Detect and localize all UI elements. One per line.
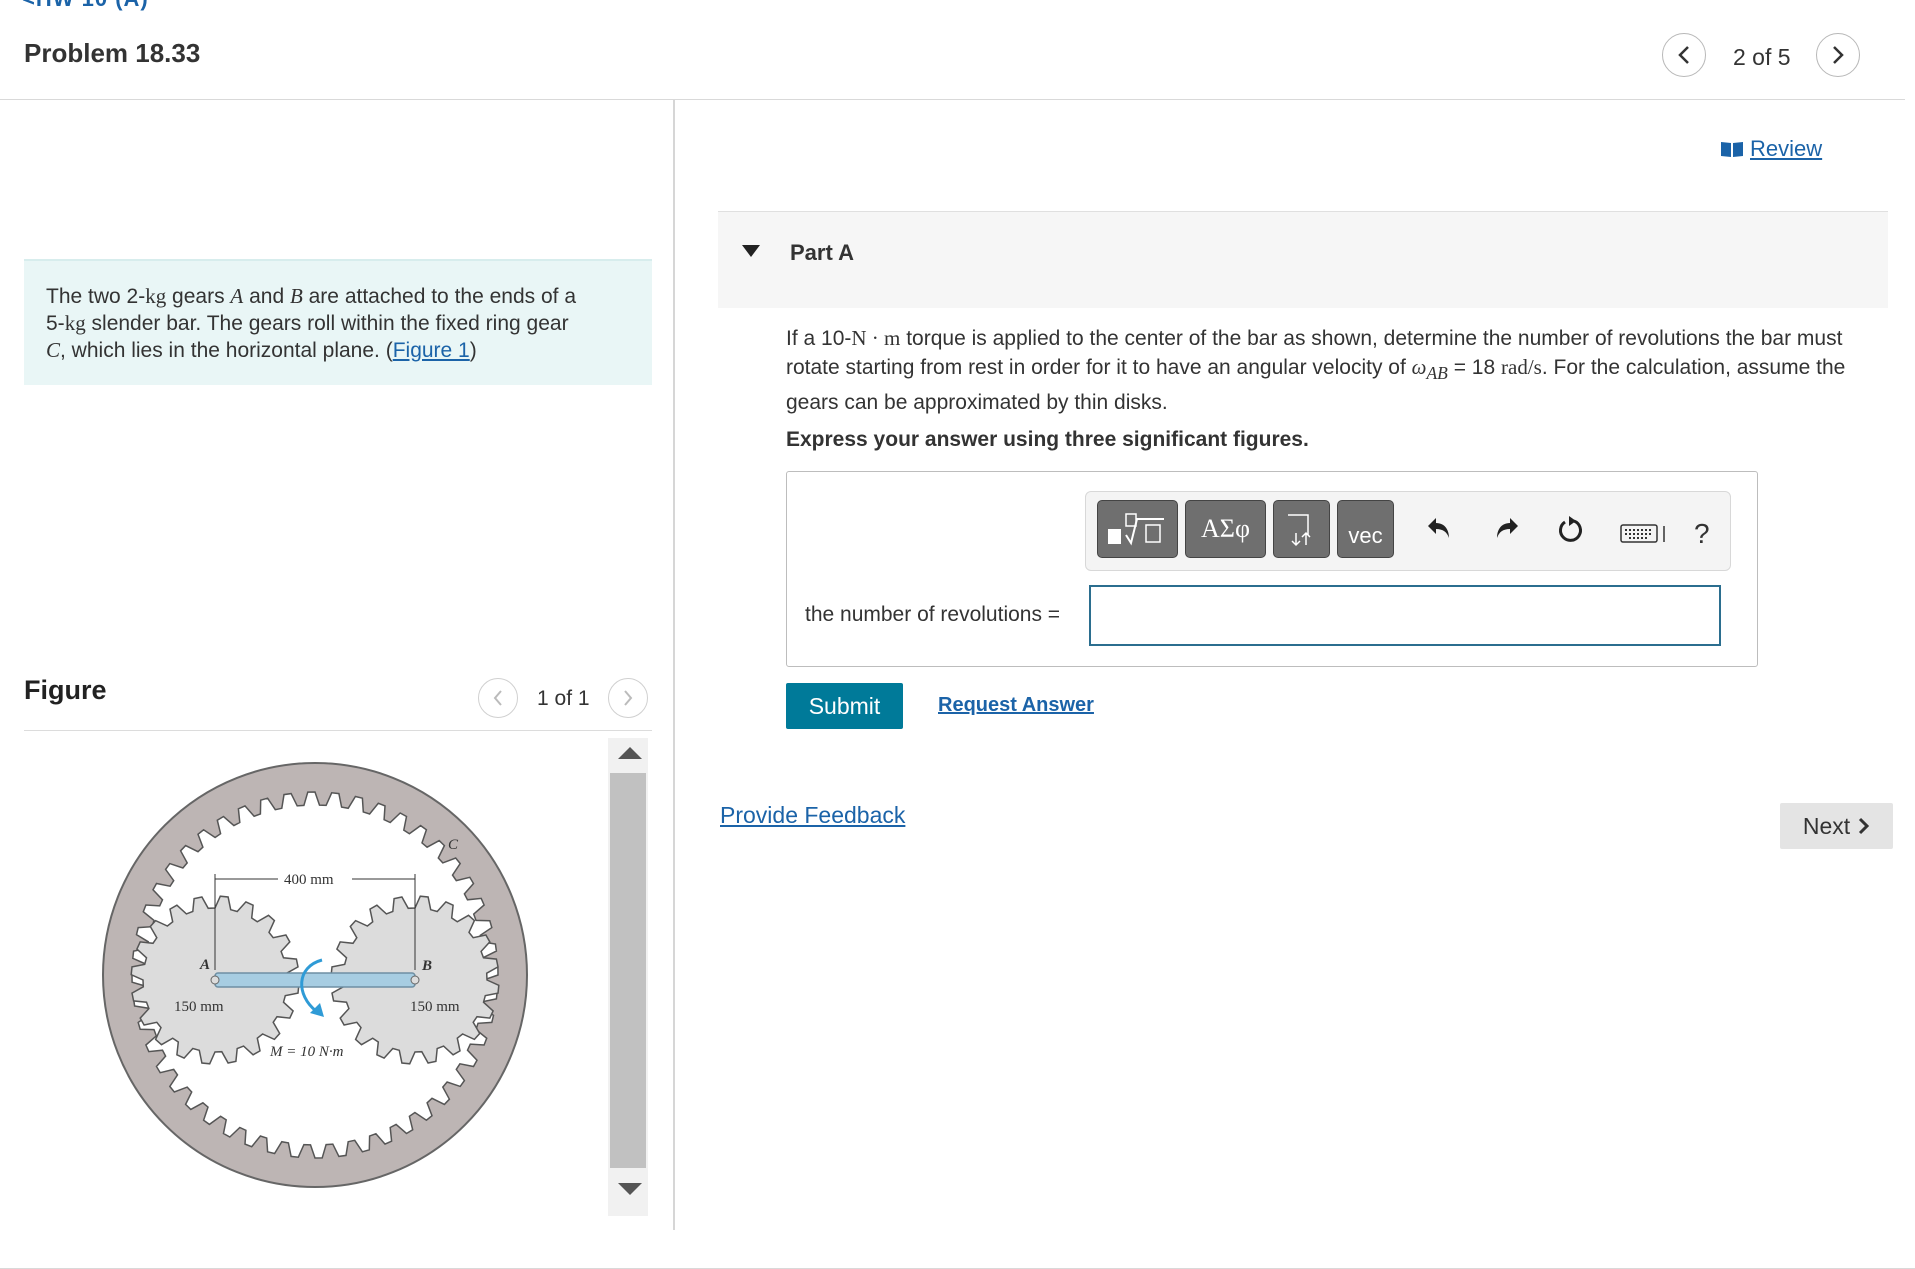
label-c: C — [448, 837, 459, 853]
review-link[interactable]: Review — [1720, 136, 1822, 162]
next-problem-button[interactable] — [1816, 33, 1860, 77]
figure-prev-button[interactable] — [478, 678, 518, 718]
undo-icon[interactable] — [1426, 516, 1452, 540]
part-a-header[interactable] — [718, 212, 1888, 308]
updown-arrows-icon — [1287, 514, 1311, 547]
breadcrumb[interactable]: <HW 10 (A) — [22, 0, 149, 12]
chevron-left-icon — [1678, 46, 1689, 64]
provide-feedback-link[interactable]: Provide Feedback — [720, 802, 905, 829]
radius-a-label: 150 mm — [174, 999, 224, 1015]
submit-button[interactable]: Submit — [786, 683, 903, 729]
keyboard-icon[interactable] — [1620, 522, 1668, 544]
answer-instruction: Express your answer using three signific… — [786, 428, 1309, 451]
chevron-right-icon — [1833, 46, 1844, 64]
part-a-title: Part A — [790, 240, 854, 265]
request-answer-link[interactable]: Request Answer — [938, 694, 1094, 717]
figure-title: Figure — [24, 675, 107, 705]
figure-divider — [24, 730, 652, 731]
problem-page-indicator: 2 of 5 — [1733, 44, 1791, 70]
answer-label: the number of revolutions = — [805, 603, 1061, 626]
scroll-down-arrow-icon[interactable] — [617, 1182, 643, 1196]
label-b: B — [421, 958, 432, 974]
previous-problem-button[interactable] — [1662, 33, 1706, 77]
header-divider — [0, 99, 1905, 100]
redo-icon[interactable] — [1494, 516, 1520, 540]
moment-label: M = 10 N·m — [269, 1044, 344, 1060]
problem-statement: The two 2-kg gears A and B are attached … — [24, 259, 652, 385]
reset-icon[interactable] — [1557, 516, 1585, 544]
next-button[interactable]: Next — [1780, 803, 1893, 849]
chevron-right-icon — [624, 690, 633, 706]
figure-scroll-thumb[interactable] — [610, 773, 646, 1168]
column-divider — [673, 100, 675, 1230]
caret-down-icon[interactable] — [742, 245, 760, 257]
slender-bar — [210, 972, 420, 988]
templates-button[interactable] — [1097, 500, 1178, 558]
dim-400-label: 400 mm — [284, 872, 334, 888]
page-title: Problem 18.33 — [24, 38, 201, 68]
scroll-up-arrow-icon[interactable] — [617, 746, 643, 760]
greek-symbols-button[interactable]: ΑΣφ — [1185, 500, 1266, 558]
help-button[interactable]: ? — [1694, 518, 1710, 550]
answer-input[interactable] — [1089, 585, 1721, 646]
label-a: A — [199, 957, 210, 973]
book-icon — [1721, 142, 1743, 157]
templates-icon — [1107, 513, 1164, 546]
figure-link[interactable]: Figure 1 — [393, 339, 470, 362]
question-text: If a 10-N · m torque is applied to the c… — [786, 326, 1846, 415]
vector-button[interactable]: vec — [1337, 500, 1394, 558]
figure-next-button[interactable] — [608, 678, 648, 718]
arrows-button[interactable] — [1273, 500, 1330, 558]
chevron-right-icon — [1859, 817, 1870, 835]
chevron-left-icon — [493, 690, 502, 706]
gear-figure: 400 mm A B C 150 mm 150 mm M = 10 N·m — [102, 762, 528, 1188]
radius-b-label: 150 mm — [410, 999, 460, 1015]
figure-page-indicator: 1 of 1 — [537, 687, 590, 710]
